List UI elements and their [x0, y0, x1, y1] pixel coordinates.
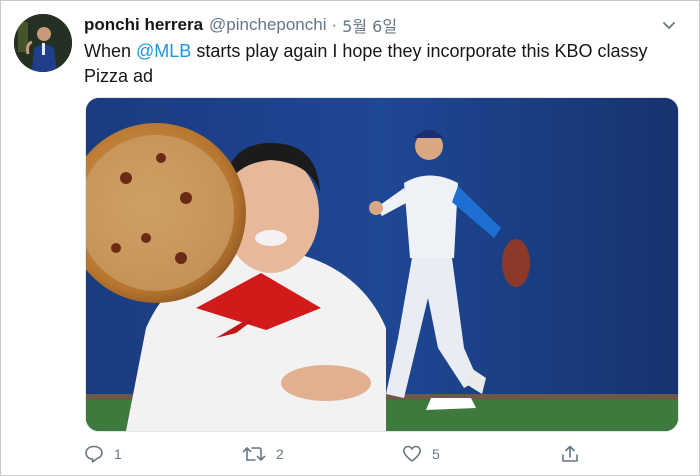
separator: · [331, 15, 338, 34]
tweet-date[interactable]: 5월 6일 [342, 13, 397, 37]
author-name[interactable]: ponchi herrera [84, 15, 203, 35]
heart-icon [402, 444, 422, 464]
like-button[interactable]: 5 [402, 441, 440, 467]
mention-link[interactable]: @MLB [136, 41, 191, 61]
tweet-actions: 1 2 5 [84, 441, 604, 467]
like-count: 5 [432, 446, 440, 462]
tweet-photo[interactable] [85, 97, 679, 432]
share-button[interactable] [560, 441, 580, 467]
author-handle[interactable]: @pincheponchi [209, 15, 326, 35]
avatar[interactable] [14, 14, 72, 72]
reply-count: 1 [114, 446, 122, 462]
reply-button[interactable]: 1 [84, 441, 122, 467]
tweet-text-start: When [84, 41, 137, 61]
tweet-header: ponchi herrera @pincheponchi · 5월 6일 [84, 13, 679, 37]
tweet-text: When @MLB starts play again I hope they … [84, 39, 674, 89]
retweet-count: 2 [276, 446, 284, 462]
retweet-button[interactable]: 2 [242, 441, 284, 467]
reply-icon [84, 444, 104, 464]
retweet-icon [242, 444, 266, 464]
chevron-down-icon[interactable] [661, 17, 677, 33]
share-icon [560, 444, 580, 464]
tweet-card: ponchi herrera @pincheponchi · 5월 6일 Whe… [0, 0, 700, 476]
